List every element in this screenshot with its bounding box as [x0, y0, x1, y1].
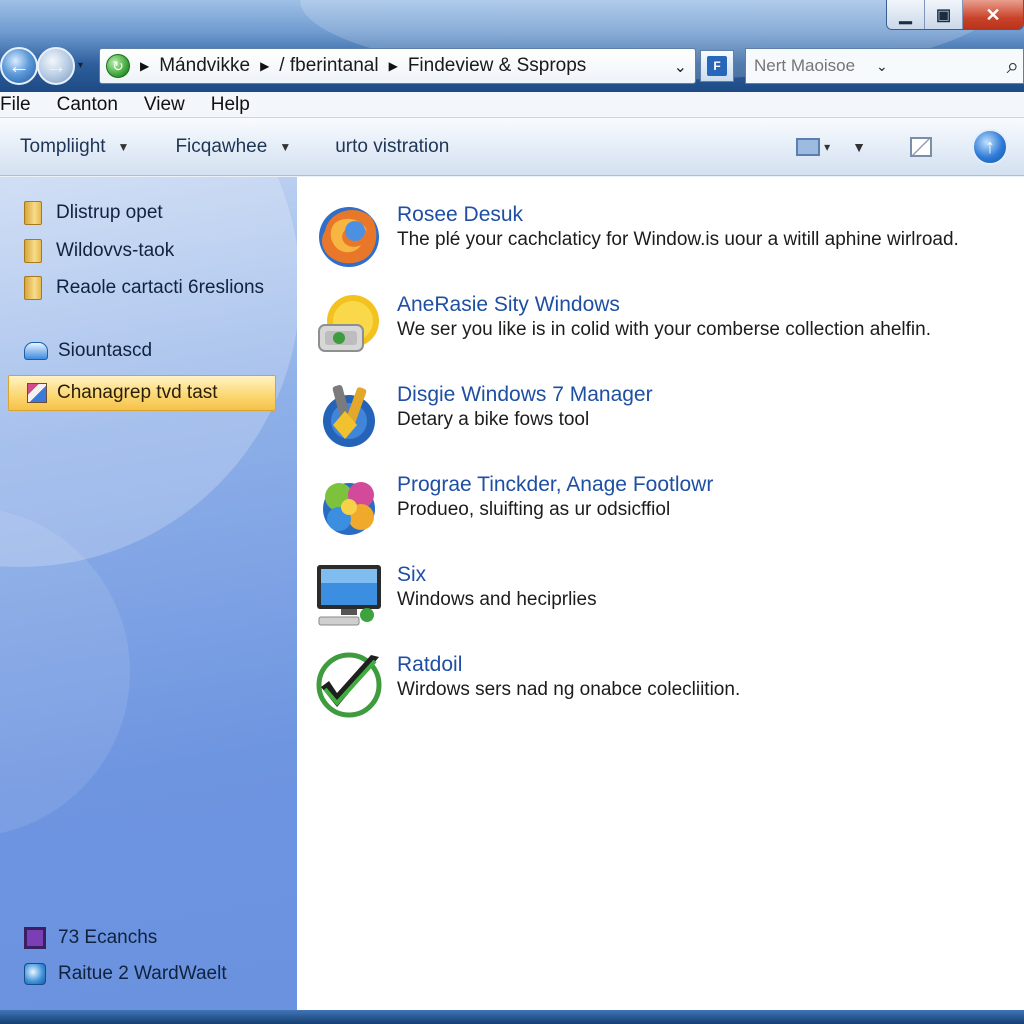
more-options-icon[interactable]: ▼ — [852, 139, 866, 155]
forward-button[interactable]: → — [37, 47, 75, 85]
folder-icon — [24, 276, 42, 300]
command-bar-right: ▾ ▼ ↑ — [796, 118, 1024, 176]
firefox-icon — [319, 207, 379, 267]
forward-arrow-icon: → — [45, 53, 67, 78]
breadcrumb-2-label: / fberintanal — [279, 55, 379, 76]
sidebar-folder-3[interactable]: Reaole cartacti 6reslions — [24, 276, 264, 300]
location-icon: ↻ — [106, 54, 130, 78]
help-button[interactable]: ↑ — [972, 129, 1008, 165]
task-icon — [27, 383, 47, 403]
program-title[interactable]: Six — [397, 563, 426, 587]
program-entry-4[interactable]: Prograe Tinckder, Anage Footlowr Produeo… — [315, 471, 1015, 551]
search-input[interactable] — [754, 56, 874, 76]
sidebar-selected-item[interactable]: Chanagrep tvd tast — [8, 375, 276, 411]
view-dropdown-icon[interactable]: ▾ — [824, 140, 830, 154]
command-organize[interactable]: Tompliight ▼ — [20, 136, 129, 158]
program-description: Wirdows sers nad ng onabce colecliition. — [397, 679, 741, 700]
menu-canton[interactable]: Canton — [57, 94, 118, 116]
program-description: We ser you like is in colid with your co… — [397, 319, 931, 340]
back-arrow-icon: ← — [8, 53, 30, 78]
sidebar-folder-1[interactable]: Dlistrup opet — [24, 201, 163, 225]
command-third-label: urto vistration — [335, 135, 450, 157]
sidebar-bottom-item-1[interactable]: 73 Ecanchs — [24, 927, 157, 949]
menu-bar: File Canton View Help — [0, 92, 1024, 118]
library-icon — [24, 927, 46, 949]
program-title[interactable]: Ratdoil — [397, 653, 462, 677]
caption-buttons: ▁ ▣ ✕ — [886, 0, 1024, 30]
program-entry-3[interactable]: Disgie Windows 7 Manager Detary a bike f… — [315, 381, 1015, 461]
address-dropdown-icon[interactable]: ⌄ — [674, 57, 687, 77]
checkmark-icon — [316, 652, 382, 718]
program-description: The plé your cachclaticy for Window.is u… — [397, 229, 959, 250]
menu-help[interactable]: Help — [211, 94, 250, 116]
chevron-down-icon: ▼ — [117, 139, 130, 154]
sidebar-folder-1-label: Dlistrup opet — [56, 202, 163, 223]
drive-icon — [318, 295, 379, 352]
command-organize-label: Tompliight — [20, 135, 106, 157]
window-bottom-border — [0, 1010, 1024, 1024]
menu-file[interactable]: File — [0, 94, 31, 116]
program-entry-1[interactable]: Rosee Desuk The plé your cachclaticy for… — [315, 201, 1015, 281]
command-views-label: Ficqawhee — [175, 135, 268, 157]
breadcrumb-3[interactable]: ▶ Findeview & Ssprops — [389, 55, 587, 77]
program-title[interactable]: Disgie Windows 7 Manager — [397, 383, 653, 407]
program-title[interactable]: AneRasie Sity Windows — [397, 293, 620, 317]
breadcrumb-1[interactable]: ▶ Mándvikke — [140, 55, 250, 77]
sidebar-folder-3-label: Reaole cartacti 6reslions — [56, 277, 265, 298]
cloud-icon — [24, 342, 48, 360]
recent-pages-dropdown[interactable]: ▾ — [78, 60, 83, 71]
program-entry-2[interactable]: AneRasie Sity Windows We ser you like is… — [315, 291, 1015, 371]
sidebar-folder-2[interactable]: Wildovvs-taok — [24, 239, 174, 263]
explorer-window: ▁ ▣ ✕ ← → ▾ ↻ ▶ Mándvikke ▶ / fberintana… — [0, 0, 1024, 1024]
sidebar-cloud-label: Siountascd — [58, 340, 153, 361]
breadcrumb-separator-icon: ▶ — [388, 59, 398, 73]
tools-icon — [323, 385, 375, 447]
refresh-button[interactable]: F — [700, 50, 734, 82]
program-description: Produeo, sluifting as ur odsicffiol — [397, 499, 671, 520]
menu-view[interactable]: View — [144, 94, 185, 116]
program-title[interactable]: Prograe Tinckder, Anage Footlowr — [397, 473, 713, 497]
navigation-pane: Dlistrup opet Wildovvs-taok Reaole carta… — [0, 177, 297, 1010]
program-entry-5[interactable]: Six Windows and heciprlies — [315, 561, 1015, 641]
network-icon — [24, 963, 46, 985]
search-box[interactable]: ⌄ ⌕ — [745, 48, 1024, 84]
monitor-icon — [317, 565, 381, 626]
sidebar-bottom-item-2[interactable]: Raitue 2 WardWaelt — [24, 963, 227, 985]
back-button[interactable]: ← — [0, 47, 38, 85]
breadcrumb-2[interactable]: ▶ / fberintanal — [260, 55, 379, 77]
sidebar-selected-label: Chanagrep tvd tast — [57, 382, 218, 403]
command-third[interactable]: urto vistration — [335, 136, 449, 158]
sidebar-cloud-item[interactable]: Siountascd — [24, 340, 152, 362]
breadcrumb-1-label: Mándvikke — [159, 55, 251, 76]
search-dropdown-icon[interactable]: ⌄ — [876, 58, 888, 75]
program-description: Windows and heciprlies — [397, 589, 597, 610]
puzzle-icon — [323, 482, 375, 535]
program-description: Detary a bike fows tool — [397, 409, 590, 430]
breadcrumb-separator-icon: ▶ — [260, 59, 270, 73]
help-icon: ↑ — [985, 135, 995, 158]
close-button[interactable]: ✕ — [963, 0, 1023, 29]
maximize-button[interactable]: ▣ — [925, 0, 963, 29]
program-entry-6[interactable]: Ratdoil Wirdows sers nad ng onabce colec… — [315, 651, 1015, 731]
minimize-button[interactable]: ▁ — [887, 0, 925, 29]
sidebar-bottom-label-1: 73 Ecanchs — [58, 927, 158, 948]
folder-icon — [24, 201, 42, 225]
folder-icon — [24, 239, 42, 263]
sidebar-folder-2-label: Wildovvs-taok — [56, 240, 175, 261]
sidebar-bottom-label-2: Raitue 2 WardWaelt — [58, 963, 227, 984]
chevron-down-icon: ▼ — [279, 139, 292, 154]
command-views[interactable]: Ficqawhee ▼ — [175, 136, 291, 158]
breadcrumb-3-label: Findeview & Ssprops — [407, 55, 587, 76]
breadcrumb-separator-icon: ▶ — [140, 59, 150, 73]
change-view-icon[interactable] — [796, 138, 821, 156]
search-icon[interactable]: ⌕ — [1007, 53, 1019, 79]
content-pane: Rosee Desuk The plé your cachclaticy for… — [297, 177, 1024, 1010]
address-bar[interactable]: ↻ ▶ Mándvikke ▶ / fberintanal ▶ Findevie… — [99, 48, 696, 84]
refresh-icon: F — [707, 56, 727, 76]
command-bar: Tompliight ▼ Ficqawhee ▼ urto vistration… — [0, 118, 1024, 176]
program-title[interactable]: Rosee Desuk — [397, 203, 523, 227]
preview-pane-icon[interactable] — [910, 137, 932, 157]
